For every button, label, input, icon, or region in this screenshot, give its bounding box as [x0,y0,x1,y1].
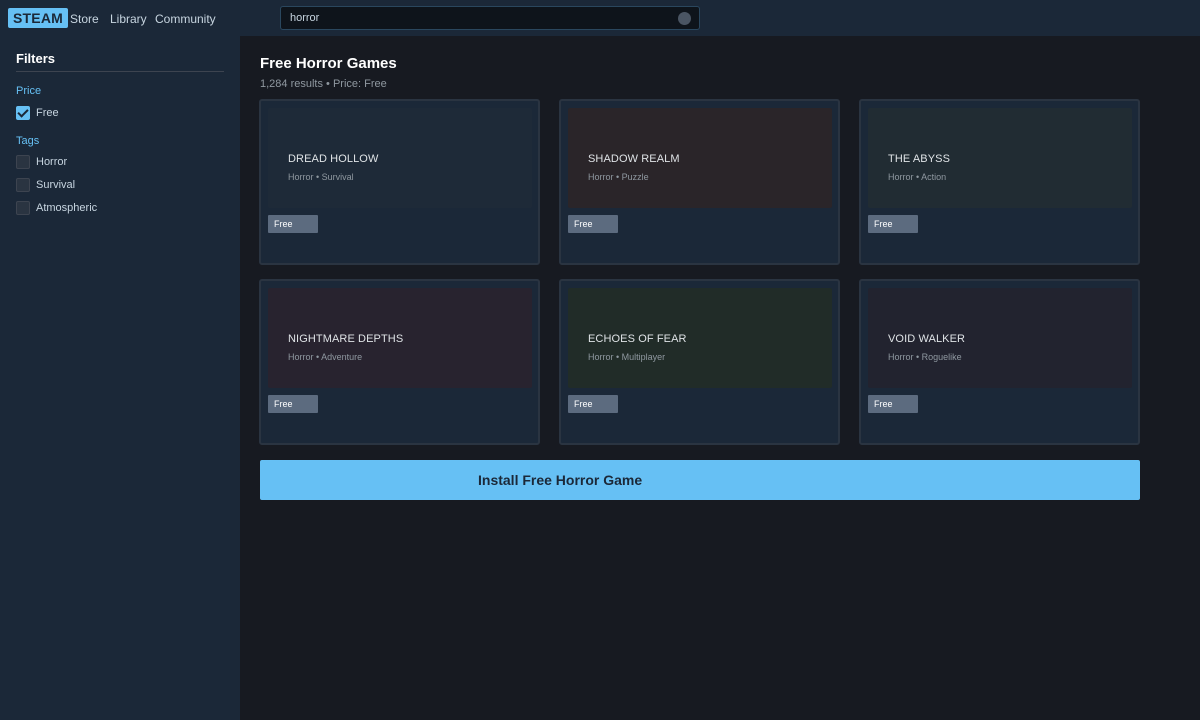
filters-title: Filters [16,51,56,66]
results-summary: 1,284 results • Price: Free [260,78,387,90]
filter-survival[interactable]: Survival [16,177,75,193]
survival-label: Survival [36,179,76,191]
price-badge: Free [868,395,918,413]
atmospheric-label: Atmospheric [36,202,98,214]
game-tags: Horror • Adventure [288,352,363,362]
price-badge: Free [268,395,318,413]
price-badge: Free [568,215,618,233]
game-title: NIGHTMARE DEPTHS [288,333,404,345]
install-button[interactable]: Install Free Horror Game [260,460,1140,500]
game-card[interactable]: NIGHTMARE DEPTHS Horror • Adventure Free [259,279,540,445]
free-label: Free [36,107,59,119]
game-card[interactable]: ECHOES OF FEAR Horror • Multiplayer Free [559,279,840,445]
game-title: DREAD HOLLOW [288,153,379,165]
search-icon[interactable] [678,12,691,25]
nav-library[interactable]: Library [110,12,147,26]
filter-horror[interactable]: Horror [16,154,67,170]
price-badge: Free [268,215,318,233]
game-tags: Horror • Puzzle [588,172,649,182]
game-title: THE ABYSS [888,153,951,165]
search-input[interactable] [290,7,670,29]
price-badge: Free [868,215,918,233]
game-card[interactable]: THE ABYSS Horror • Action Free [859,99,1140,265]
game-thumbnail: SHADOW REALM Horror • Puzzle [568,108,832,208]
game-tags: Horror • Roguelike [888,352,962,362]
nav-community[interactable]: Community [155,12,216,26]
game-title: VOID WALKER [888,333,966,345]
horror-checkbox[interactable] [16,155,30,169]
game-title: ECHOES OF FEAR [588,333,687,345]
game-card[interactable]: VOID WALKER Horror • Roguelike Free [859,279,1140,445]
game-card[interactable]: SHADOW REALM Horror • Puzzle Free [559,99,840,265]
filters-sidebar: Filters Price Free Tags Horror Survival … [0,36,240,720]
top-bar: STEAM Store Library Community [0,0,1200,36]
game-thumbnail: NIGHTMARE DEPTHS Horror • Adventure [268,288,532,388]
page-title: Free Horror Games [260,55,397,72]
game-thumbnail: VOID WALKER Horror • Roguelike [868,288,1132,388]
game-title: SHADOW REALM [588,153,680,165]
price-badge: Free [568,395,618,413]
tags-section-label: Tags [16,135,40,147]
filter-atmospheric[interactable]: Atmospheric [16,200,97,216]
price-section-label: Price [16,85,42,97]
game-tags: Horror • Survival [288,172,354,182]
atmospheric-checkbox[interactable] [16,201,30,215]
game-thumbnail: DREAD HOLLOW Horror • Survival [268,108,532,208]
free-checkbox[interactable] [16,106,30,120]
game-card[interactable]: DREAD HOLLOW Horror • Survival Free [259,99,540,265]
game-thumbnail: ECHOES OF FEAR Horror • Multiplayer [568,288,832,388]
game-tags: Horror • Action [888,172,947,182]
survival-checkbox[interactable] [16,178,30,192]
horror-label: Horror [36,156,68,168]
nav-store[interactable]: Store [70,12,99,26]
filter-free[interactable]: Free [16,105,59,121]
game-tags: Horror • Multiplayer [588,352,666,362]
search-box [280,6,700,30]
game-thumbnail: THE ABYSS Horror • Action [868,108,1132,208]
steam-logo[interactable]: STEAM [8,8,68,28]
filters-divider [16,71,224,72]
